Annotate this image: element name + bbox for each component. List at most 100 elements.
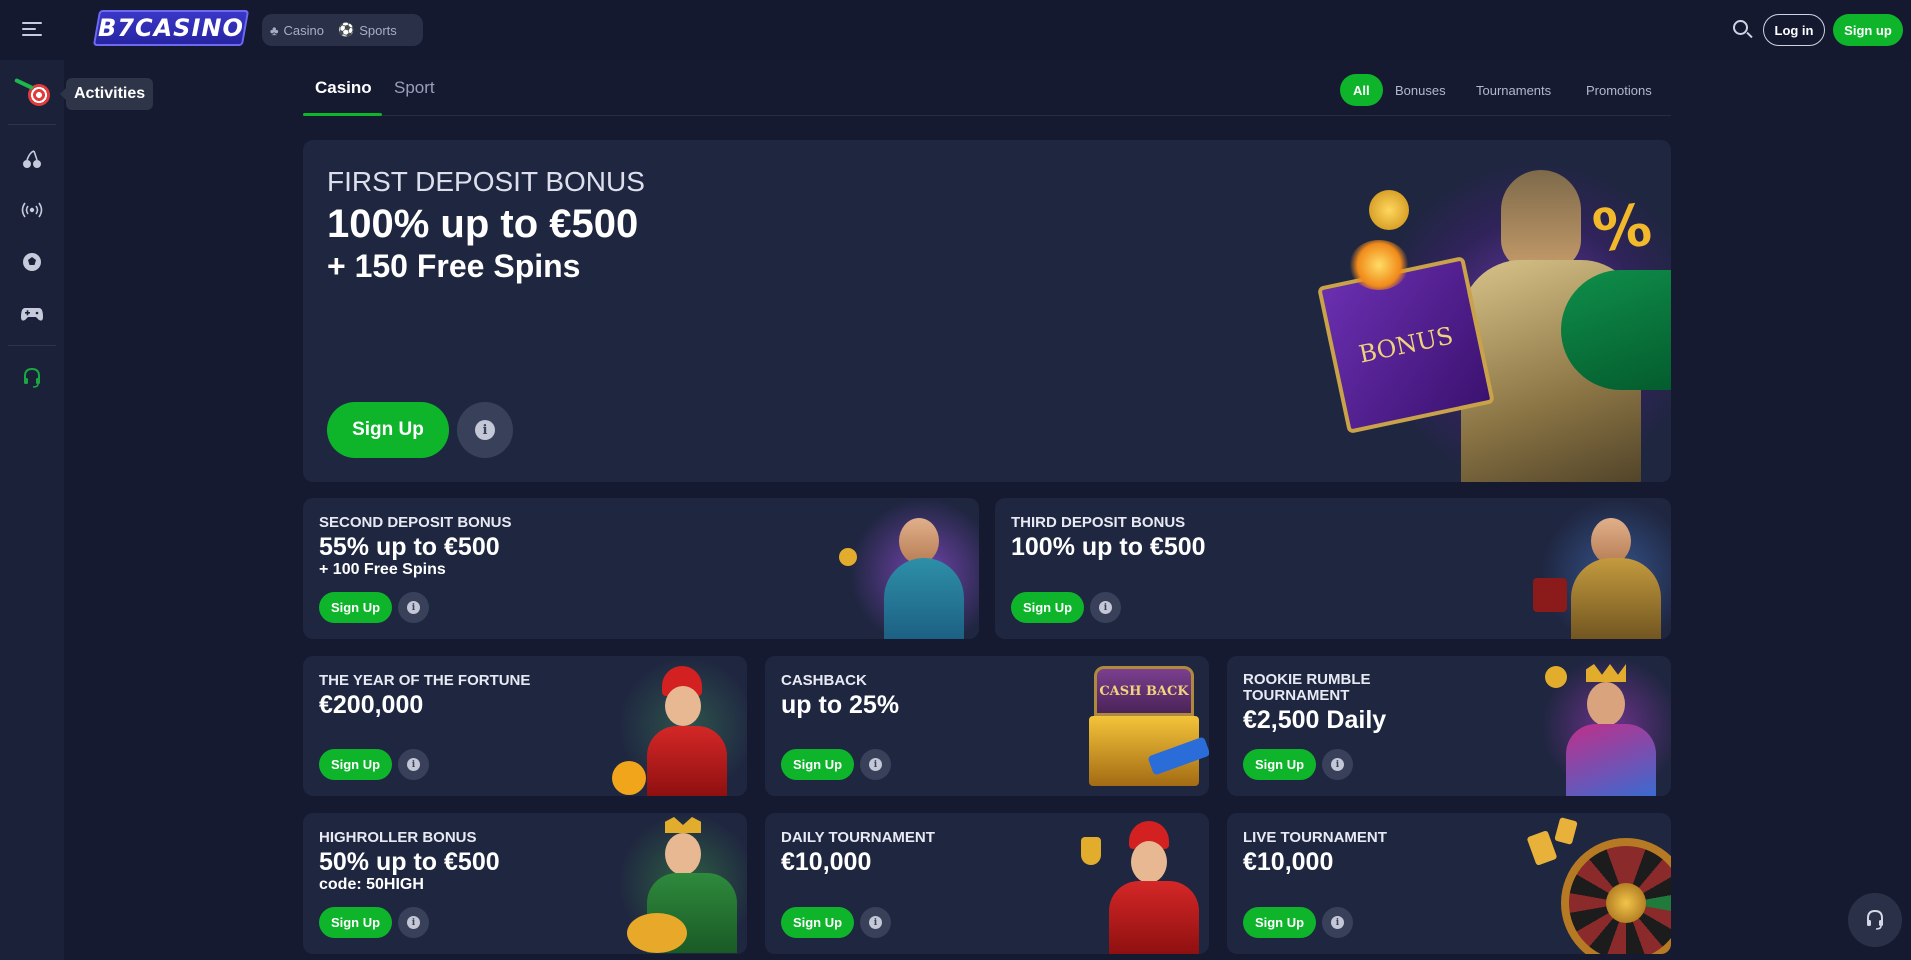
cashback-card: CASHBACK up to 25% Sign Up i CASH BACK <box>765 656 1209 796</box>
live-tournament-card: LIVE TOURNAMENT €10,000 Sign Up i <box>1227 813 1671 954</box>
tab-casino[interactable]: Casino <box>315 78 372 98</box>
sidebar-divider <box>8 345 56 346</box>
card-amount: €10,000 <box>1243 848 1334 876</box>
logo-text: B7CASINO <box>98 14 244 42</box>
percent-symbol: % <box>1588 190 1656 266</box>
genie-woman-image <box>1521 498 1671 639</box>
live-broadcast-icon[interactable] <box>16 194 48 226</box>
king-image <box>1531 656 1671 796</box>
active-tab-indicator <box>303 113 382 116</box>
info-icon: i <box>407 601 420 614</box>
hero-info-button[interactable]: i <box>457 402 513 458</box>
card-sub: code: 50HIGH <box>319 876 424 893</box>
sorceress-image <box>829 498 979 639</box>
year-of-fortune-card: THE YEAR OF THE FORTUNE €200,000 Sign Up… <box>303 656 747 796</box>
tab-sport[interactable]: Sport <box>394 78 435 98</box>
search-icon[interactable] <box>1730 17 1756 43</box>
card-info-button[interactable]: i <box>860 907 891 938</box>
card-amount: €200,000 <box>319 691 424 719</box>
queen-image <box>607 813 747 954</box>
card-signup-button[interactable]: Sign Up <box>319 749 392 780</box>
card-signup-button[interactable]: Sign Up <box>1243 749 1316 780</box>
activities-icon[interactable] <box>12 77 52 116</box>
info-icon: i <box>869 916 882 929</box>
card-info-button[interactable]: i <box>1090 592 1121 623</box>
filter-all[interactable]: All <box>1340 74 1383 106</box>
nav-sports[interactable]: ⚽ Sports <box>338 22 397 38</box>
top-bar: B7CASINO ♣ Casino ⚽ Sports Log in Sign u… <box>0 0 1911 60</box>
nav-casino[interactable]: ♣ Casino <box>270 23 324 38</box>
gamepad-icon[interactable] <box>16 298 48 330</box>
sidebar <box>0 60 64 960</box>
info-icon: i <box>1331 758 1344 771</box>
hero-extra: + 150 Free Spins <box>327 248 581 284</box>
card-amount: 100% up to €500 <box>1011 533 1206 561</box>
info-icon: i <box>1331 916 1344 929</box>
logo[interactable]: B7CASINO <box>92 10 250 46</box>
roulette-wheel-image <box>1521 813 1671 954</box>
filter-bonuses[interactable]: Bonuses <box>1395 74 1446 106</box>
hero-gladiator-image: BONUS % <box>1311 140 1671 482</box>
support-headset-icon[interactable] <box>16 362 48 394</box>
casino-cherries-icon[interactable] <box>16 143 48 175</box>
rookie-rumble-card: ROOKIE RUMBLE TOURNAMENT €2,500 Daily Si… <box>1227 656 1671 796</box>
filter-tournaments[interactable]: Tournaments <box>1476 74 1551 106</box>
category-tabs: Casino Sport All Bonuses Tournaments Pro… <box>303 72 1671 116</box>
card-title: SECOND DEPOSIT BONUS <box>319 514 512 531</box>
third-deposit-card: THIRD DEPOSIT BONUS 100% up to €500 Sign… <box>995 498 1671 639</box>
hero-bonus-card: FIRST DEPOSIT BONUS 100% up to €500 + 15… <box>303 140 1671 482</box>
sports-ball-icon[interactable] <box>16 246 48 278</box>
card-title: THIRD DEPOSIT BONUS <box>1011 514 1186 531</box>
card-amount: 50% up to €500 <box>319 848 500 876</box>
info-icon: i <box>407 758 420 771</box>
card-info-button[interactable]: i <box>860 749 891 780</box>
activities-tooltip: Activities <box>59 78 154 110</box>
login-button[interactable]: Log in <box>1763 14 1825 46</box>
card-signup-button[interactable]: Sign Up <box>319 592 392 623</box>
support-chat-button[interactable] <box>1848 893 1902 947</box>
card-title: DAILY TOURNAMENT <box>781 829 935 846</box>
headset-icon <box>1867 909 1883 930</box>
card-title: ROOKIE RUMBLE TOURNAMENT <box>1243 671 1371 704</box>
card-info-button[interactable]: i <box>398 749 429 780</box>
card-title: LIVE TOURNAMENT <box>1243 829 1387 846</box>
second-deposit-card: SECOND DEPOSIT BONUS 55% up to €500 + 10… <box>303 498 979 639</box>
card-amount: €10,000 <box>781 848 872 876</box>
card-sub: + 100 Free Spins <box>319 561 446 578</box>
card-title: CASHBACK <box>781 672 867 689</box>
card-info-button[interactable]: i <box>398 592 429 623</box>
hero-amount: 100% up to €500 <box>327 202 639 246</box>
santa-girl-image <box>607 656 747 796</box>
card-amount: 55% up to €500 <box>319 533 500 561</box>
card-title: THE YEAR OF THE FORTUNE <box>319 672 531 689</box>
card-amount: up to 25% <box>781 691 900 719</box>
top-nav: ♣ Casino ⚽ Sports <box>262 14 423 46</box>
treasure-chest-image: CASH BACK <box>1059 656 1209 796</box>
casino-icon: ♣ <box>270 22 279 38</box>
info-icon: i <box>407 916 420 929</box>
card-title: HIGHROLLER BONUS <box>319 829 477 846</box>
daily-tournament-card: DAILY TOURNAMENT €10,000 Sign Up i <box>765 813 1209 954</box>
nav-sports-label: Sports <box>359 22 397 38</box>
info-icon: i <box>1099 601 1112 614</box>
card-amount: €2,500 Daily <box>1243 706 1387 734</box>
hero-title: FIRST DEPOSIT BONUS <box>327 166 645 197</box>
bonus-book: BONUS <box>1317 256 1495 434</box>
card-signup-button[interactable]: Sign Up <box>319 907 392 938</box>
filter-promotions[interactable]: Promotions <box>1586 74 1652 106</box>
signup-button[interactable]: Sign up <box>1833 14 1903 46</box>
highroller-card: HIGHROLLER BONUS 50% up to €500 code: 50… <box>303 813 747 954</box>
nav-casino-label: Casino <box>283 22 324 38</box>
card-info-button[interactable]: i <box>1322 749 1353 780</box>
card-signup-button[interactable]: Sign Up <box>781 907 854 938</box>
info-icon: i <box>475 420 495 440</box>
menu-icon[interactable] <box>18 18 46 42</box>
card-signup-button[interactable]: Sign Up <box>1011 592 1084 623</box>
card-info-button[interactable]: i <box>398 907 429 938</box>
hero-signup-button[interactable]: Sign Up <box>327 402 449 458</box>
card-info-button[interactable]: i <box>1322 907 1353 938</box>
card-signup-button[interactable]: Sign Up <box>781 749 854 780</box>
cashback-label: CASH BACK <box>1094 666 1194 716</box>
card-signup-button[interactable]: Sign Up <box>1243 907 1316 938</box>
info-icon: i <box>869 758 882 771</box>
